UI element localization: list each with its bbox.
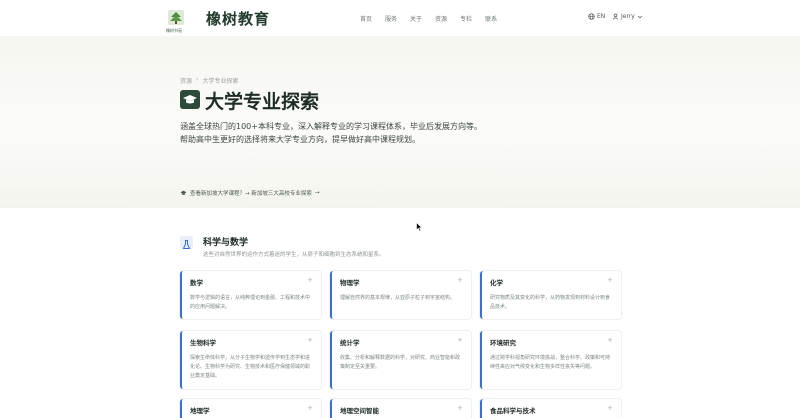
menu-item-services[interactable]: 服务 — [385, 14, 397, 23]
user-name: Jerry — [621, 13, 635, 20]
oak-logo-icon[interactable] — [167, 9, 185, 26]
menu-item-home[interactable]: 首页 — [360, 14, 372, 23]
singapore-courses-link[interactable]: 查看新加坡大学课程？→ 新加坡三大高校专业探索 → — [180, 189, 319, 197]
brand-name[interactable]: 橡树教育 — [206, 8, 270, 29]
plus-icon: + — [457, 336, 463, 344]
plus-icon: + — [607, 404, 613, 412]
major-card-biological-sciences[interactable]: 生物科学 探索生命体科学，从分子生物学和遗传学到生态学和进化论。生物科学为研究、… — [180, 331, 321, 389]
graduation-cap-small-icon — [180, 190, 187, 195]
globe-icon — [588, 13, 595, 20]
language-label: EN — [597, 13, 606, 20]
graduation-cap-icon — [180, 90, 200, 109]
card-description: 数学与逻辑的语言，从纯粹理论到金融、工程和技术中的应用问题解决。 — [190, 295, 311, 310]
menu-item-resources[interactable]: 资源 — [435, 14, 447, 23]
major-card-geography[interactable]: 地理学 + — [180, 399, 321, 418]
card-description: 理解自然界的基本规律，从亚原子粒子到宇宙结构。 — [340, 295, 456, 301]
card-description: 收集、分析和解释数据的科学，对研究、商业智能和政策制定至关重要。 — [340, 355, 461, 370]
section-subtitle: 这些对自然世界的运作方式着迷的学生，从原子和细胞到生态系统和星系。 — [203, 252, 385, 258]
top-nav: 橡树书苑 橡树教育 首页 服务 关于 资源 专栏 联系 EN Jerry — [0, 0, 800, 36]
breadcrumb-separator: › — [196, 76, 199, 83]
major-card-food-science[interactable]: 食品科学与技术 + — [480, 399, 621, 418]
breadcrumb: 资源 › 大学专业探索 — [180, 76, 238, 85]
card-title: 物理学 — [340, 279, 360, 287]
menu-item-contact[interactable]: 联系 — [485, 14, 497, 23]
major-card-physics[interactable]: 物理学 理解自然界的基本规律，从亚原子粒子到宇宙结构。 + — [330, 271, 471, 319]
user-menu[interactable]: Jerry — [612, 13, 643, 20]
chevron-down-icon — [637, 15, 642, 18]
card-description: 通过跨学科视角研究环境挑战，整合科学、政策和可持续性来应对气候变化和生物多样性丧… — [490, 355, 611, 370]
plus-icon: + — [607, 336, 613, 344]
card-title: 化学 — [490, 279, 503, 287]
breadcrumb-current: 大学专业探索 — [202, 78, 239, 85]
major-card-geospatial-intelligence[interactable]: 地理空间智能 + — [330, 399, 471, 418]
main-menu: 首页 服务 关于 资源 专栏 联系 — [360, 14, 497, 23]
mouse-cursor-icon — [416, 222, 423, 232]
flask-icon — [180, 236, 193, 249]
logo-subtitle: 橡树书苑 — [166, 28, 182, 33]
card-title: 数学 — [190, 279, 203, 287]
plus-icon: + — [457, 276, 463, 284]
hero-description-line-2: 帮助高中生更好的选择将来大学专业方向，提早做好高中课程规划。 — [180, 135, 420, 144]
menu-item-columns[interactable]: 专栏 — [460, 14, 472, 23]
card-title: 统计学 — [340, 339, 360, 347]
page-title: 大学专业探索 — [205, 91, 320, 113]
language-switch[interactable]: EN — [588, 13, 605, 20]
plus-icon: + — [307, 276, 313, 284]
card-title: 生物科学 — [190, 339, 216, 347]
arrow-right-icon: → — [314, 190, 320, 196]
singapore-courses-link-text: 查看新加坡大学课程？→ 新加坡三大高校专业探索 — [190, 191, 312, 197]
user-icon — [612, 13, 619, 20]
hero-description: 涵盖全球热门的100+本科专业，深入解释专业的学习课程体系，毕业后发展方向等。 … — [180, 120, 482, 146]
plus-icon: + — [307, 336, 313, 344]
major-card-mathematics[interactable]: 数学 数学与逻辑的语言，从纯粹理论到金融、工程和技术中的应用问题解决。 + — [180, 271, 321, 319]
card-description: 研究物质及其变化的科学，从药物发现到材料设计到食品技术。 — [490, 295, 611, 310]
hero-description-line-1: 涵盖全球热门的100+本科专业，深入解释专业的学习课程体系，毕业后发展方向等。 — [180, 122, 482, 131]
card-title: 环境研究 — [490, 339, 516, 347]
major-card-environmental-studies[interactable]: 环境研究 通过跨学科视角研究环境挑战，整合科学、政策和可持续性来应对气候变化和生… — [480, 331, 621, 389]
card-title: 地理空间智能 — [340, 407, 379, 415]
major-card-chemistry[interactable]: 化学 研究物质及其变化的科学，从药物发现到材料设计到食品技术。 + — [480, 271, 621, 319]
card-title: 地理学 — [190, 407, 210, 415]
major-card-statistics[interactable]: 统计学 收集、分析和解释数据的科学，对研究、商业智能和政策制定至关重要。 + — [330, 331, 471, 389]
plus-icon: + — [607, 276, 613, 284]
card-description: 探索生命体科学，从分子生物学和遗传学到生态学和进化论。生物科学为研究、生物技术和… — [190, 355, 311, 379]
breadcrumb-resources[interactable]: 资源 — [180, 76, 192, 85]
plus-icon: + — [307, 404, 313, 412]
menu-item-about[interactable]: 关于 — [410, 14, 422, 23]
section-title: 科学与数学 — [203, 238, 249, 248]
card-title: 食品科学与技术 — [490, 407, 536, 415]
plus-icon: + — [457, 404, 463, 412]
